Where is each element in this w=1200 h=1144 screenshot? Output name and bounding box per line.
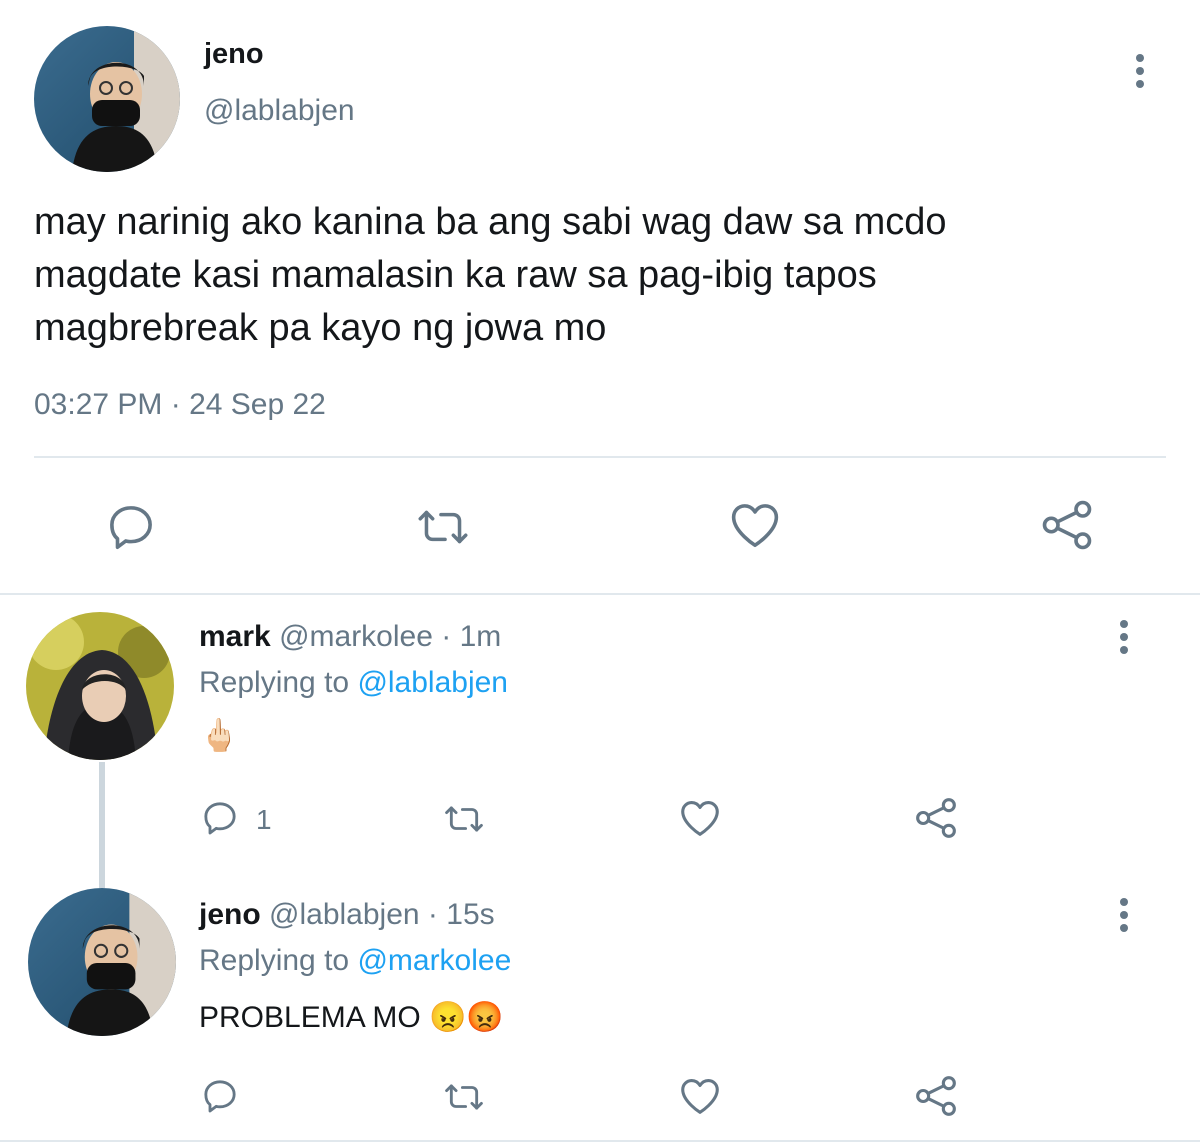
reply-time[interactable]: 1m <box>460 620 502 653</box>
reply-icon[interactable] <box>200 1076 240 1116</box>
reply-more-icon[interactable] <box>1114 896 1134 936</box>
thread-line <box>99 762 105 888</box>
reply-text: 🖕🏻 <box>199 717 239 753</box>
retweet-icon[interactable] <box>440 800 488 838</box>
reply-avatar[interactable] <box>28 888 176 1036</box>
replying-prefix: Replying to <box>199 666 358 699</box>
retweet-icon[interactable] <box>412 502 474 552</box>
main-more-icon[interactable] <box>1130 52 1150 92</box>
section-divider <box>0 593 1200 595</box>
main-divider <box>34 456 1166 458</box>
bottom-divider <box>0 1140 1200 1142</box>
main-tweet-text: may narinig ako kanina ba ang sabi wag d… <box>34 196 1174 355</box>
reply-icon[interactable] <box>104 500 158 554</box>
reply-header: jeno @lablabjen · 15s <box>199 898 495 932</box>
tweet-text-line: magbrebreak pa kayo ng jowa mo <box>34 307 607 349</box>
replying-to-link[interactable]: @markolee <box>357 944 511 977</box>
main-timestamp[interactable]: 03:27 PM · 24 Sep 22 <box>34 388 326 422</box>
reply-display-name[interactable]: jeno <box>199 898 261 931</box>
reply-avatar[interactable] <box>26 612 174 760</box>
like-icon[interactable] <box>678 1076 722 1116</box>
replying-prefix: Replying to <box>199 944 358 977</box>
main-handle[interactable]: @lablabjen <box>204 94 355 128</box>
main-avatar[interactable] <box>34 26 180 172</box>
retweet-icon[interactable] <box>440 1078 488 1116</box>
reply-display-name[interactable]: mark <box>199 620 271 653</box>
main-display-name[interactable]: jeno <box>204 38 264 71</box>
like-icon[interactable] <box>728 500 782 550</box>
replying-to-link[interactable]: @lablabjen <box>357 666 508 699</box>
share-icon[interactable] <box>1040 498 1094 552</box>
reply-text: PROBLEMA MO 😠😡 <box>199 1001 504 1034</box>
reply-handle[interactable]: @lablabjen <box>269 898 420 931</box>
reply-separator: · <box>441 620 452 653</box>
reply-more-icon[interactable] <box>1114 618 1134 658</box>
share-icon[interactable] <box>914 796 958 840</box>
reply-time[interactable]: 15s <box>446 898 494 931</box>
replying-to: Replying to @markolee <box>199 944 511 978</box>
reply-handle[interactable]: @markolee <box>279 620 433 653</box>
reply-icon[interactable] <box>200 798 240 838</box>
tweet-text-line: magdate kasi mamalasin ka raw sa pag-ibi… <box>34 254 877 296</box>
reply-separator: · <box>427 898 438 931</box>
replying-to: Replying to @lablabjen <box>199 666 508 700</box>
share-icon[interactable] <box>914 1074 958 1118</box>
reply-count: 1 <box>256 804 272 835</box>
reply-header: mark @markolee · 1m <box>199 620 501 654</box>
like-icon[interactable] <box>678 798 722 838</box>
tweet-text-line: may narinig ako kanina ba ang sabi wag d… <box>34 201 947 243</box>
